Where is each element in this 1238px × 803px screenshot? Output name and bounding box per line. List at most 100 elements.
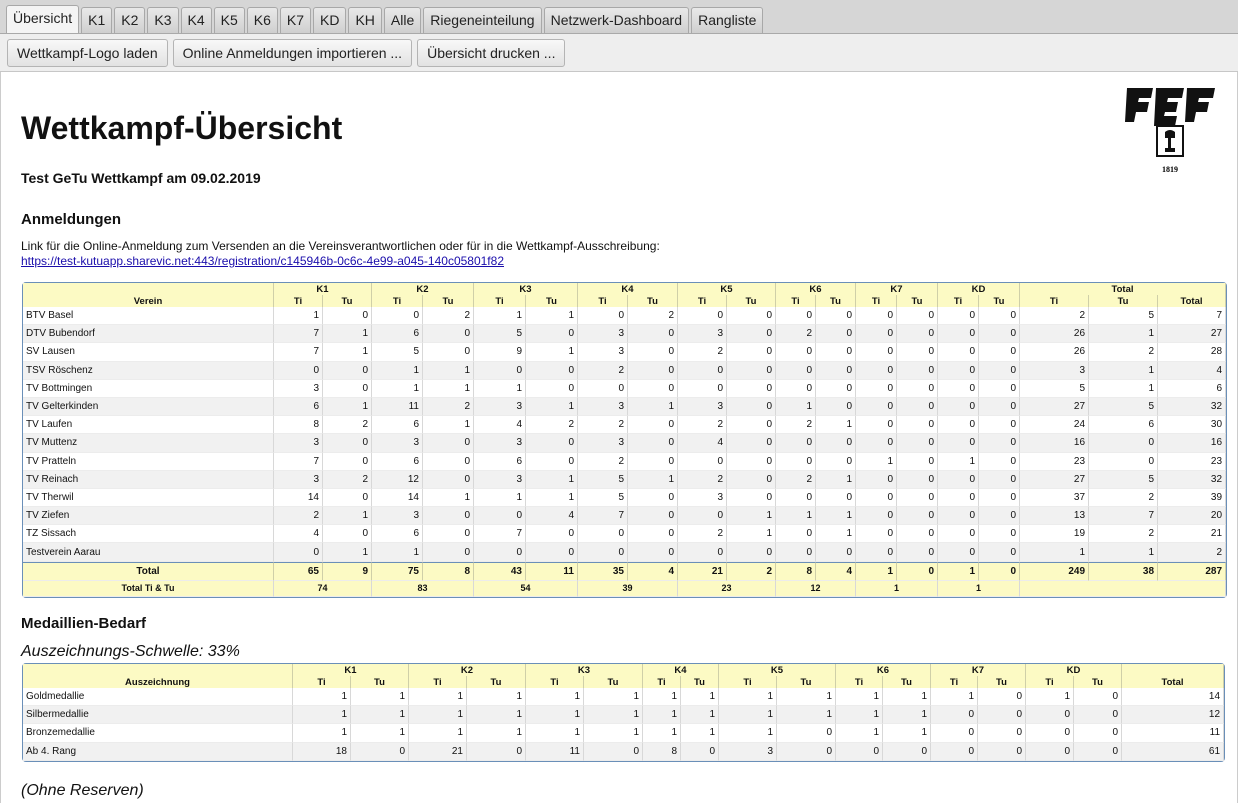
value-cell: 0 <box>578 379 628 398</box>
table-row: TV Laufen 8 2 6 1 4 2 2 0 2 0 2 1 0 0 0 0 24 6 30 <box>23 416 1227 435</box>
column-header-ti: Ti <box>578 295 628 307</box>
value-cell: 1 <box>293 706 351 725</box>
tab-k3[interactable]: K3 <box>147 7 179 33</box>
total-cell: 4 <box>816 561 856 581</box>
tab-netzwerk-dashboard[interactable]: Netzwerk-Dashboard <box>543 7 690 33</box>
value-cell: 1 <box>836 724 883 743</box>
column-header-ti: Ti <box>678 295 727 307</box>
value-cell: 0 <box>1026 742 1074 761</box>
value-cell: 4 <box>1158 361 1227 380</box>
value-cell: 39 <box>1158 488 1227 508</box>
value-cell: 1 <box>1089 543 1159 562</box>
tab-k5[interactable]: K5 <box>213 7 245 33</box>
value-cell: 0 <box>897 470 938 489</box>
value-cell: 5 <box>474 325 526 344</box>
column-header-tu: Tu <box>467 676 526 688</box>
column-header-ti: Ti <box>1026 676 1074 688</box>
total-cell: 287 <box>1158 561 1227 581</box>
verein-name: TV Gelterkinden <box>23 397 274 417</box>
column-header-tu: Tu <box>628 295 678 307</box>
value-cell: 0 <box>897 488 938 508</box>
value-cell: 0 <box>628 416 678 435</box>
value-cell: 0 <box>776 452 816 471</box>
tab-alle[interactable]: Alle <box>383 7 422 33</box>
value-cell: 2 <box>678 525 727 544</box>
totals-titu-label: Total Ti & Tu <box>23 580 274 597</box>
column-header-tu: Tu <box>681 676 719 688</box>
total-cell: 4 <box>628 561 678 581</box>
print-overview-button[interactable]: Übersicht drucken ... <box>417 38 566 67</box>
value-cell: 0 <box>897 325 938 344</box>
value-cell: 1 <box>777 706 836 725</box>
value-cell: 2 <box>776 470 816 489</box>
tab-k7[interactable]: K7 <box>279 7 312 33</box>
value-cell: 6 <box>1089 416 1159 435</box>
tab-k6[interactable]: K6 <box>246 7 278 33</box>
tab-k1[interactable]: K1 <box>81 7 113 33</box>
value-cell: 0 <box>938 361 979 380</box>
value-cell: 1 <box>643 688 681 707</box>
value-cell: 0 <box>678 452 727 471</box>
value-cell: 0 <box>323 434 372 453</box>
tab-kd[interactable]: KD <box>313 7 347 33</box>
value-cell: 3 <box>474 397 526 417</box>
column-header-ti: Ti <box>526 676 584 688</box>
column-header-category: K2 <box>372 283 474 295</box>
tab-übersicht[interactable]: Übersicht <box>6 5 80 33</box>
table-row: TV Bottmingen 3 0 1 1 1 0 0 0 0 0 0 0 0 0 0 0 5 1 6 <box>23 379 1227 398</box>
value-cell: 0 <box>727 470 776 489</box>
value-cell: 6 <box>474 452 526 471</box>
tab-k2[interactable]: K2 <box>114 7 146 33</box>
column-header-category: K2 <box>409 664 526 676</box>
value-cell: 1 <box>423 379 474 398</box>
value-cell: 0 <box>979 397 1021 417</box>
value-cell: 0 <box>776 488 816 508</box>
total-cell: 8 <box>776 561 816 581</box>
column-header-tu: Tu <box>979 295 1021 307</box>
value-cell: 0 <box>777 724 836 743</box>
value-cell: 0 <box>423 525 474 544</box>
value-cell: 1 <box>467 724 526 743</box>
value-cell: 4 <box>678 434 727 453</box>
value-cell: 1 <box>1089 361 1159 380</box>
value-cell: 0 <box>678 543 727 562</box>
value-cell: 1 <box>777 688 836 707</box>
table-row: TV Ziefen 2 1 3 0 0 4 7 0 0 1 1 1 0 0 0 0 13 7 20 <box>23 507 1227 526</box>
value-cell: 5 <box>578 488 628 508</box>
load-logo-button[interactable]: Wettkampf-Logo laden <box>7 38 168 67</box>
value-cell: 0 <box>938 343 979 362</box>
value-cell: 0 <box>979 343 1021 362</box>
value-cell: 0 <box>681 742 719 761</box>
column-header-category: K7 <box>856 283 938 295</box>
value-cell: 0 <box>727 434 776 453</box>
value-cell: 1 <box>526 688 584 707</box>
value-cell: 21 <box>409 742 467 761</box>
value-cell: 1 <box>883 688 931 707</box>
value-cell: 1 <box>816 470 856 489</box>
value-cell: 11 <box>372 397 423 417</box>
tab-kh[interactable]: KH <box>348 7 382 33</box>
tab-riegeneinteilung[interactable]: Riegeneinteilung <box>423 7 542 33</box>
tab-k4[interactable]: K4 <box>180 7 212 33</box>
import-online-registrations-button[interactable]: Online Anmeldungen importieren ... <box>172 38 413 67</box>
table-row: TV Gelterkinden 6 1 11 2 3 1 3 1 3 0 1 0 0 0 0 0 27 5 32 <box>23 397 1227 417</box>
value-cell: 16 <box>1020 434 1090 453</box>
value-cell: 2 <box>678 416 727 435</box>
value-cell: 7 <box>274 325 323 344</box>
table-row: TV Reinach 3 2 12 0 3 1 5 1 2 0 2 1 0 0 0 0 27 5 32 <box>23 470 1227 489</box>
column-header-category: KD <box>938 283 1021 295</box>
value-cell: 3 <box>719 742 777 761</box>
value-cell: 14 <box>372 488 423 508</box>
value-cell: 4 <box>526 507 578 526</box>
value-cell: 0 <box>897 416 938 435</box>
value-cell: 2 <box>578 452 628 471</box>
value-cell: 2 <box>1089 343 1159 362</box>
verein-name: TV Bottmingen <box>23 379 274 398</box>
overview-content: Wettkampf-Übersicht Test GeTu Wettkampf … <box>0 72 1238 803</box>
value-cell: 11 <box>1122 724 1225 743</box>
value-cell: 0 <box>816 325 856 344</box>
tab-rangliste[interactable]: Rangliste <box>691 7 764 33</box>
table-row: DTV Bubendorf 7 1 6 0 5 0 3 0 3 0 2 0 0 0 0 0 26 1 27 <box>23 325 1227 344</box>
value-cell: 2 <box>1089 525 1159 544</box>
registration-link[interactable]: https://test-kutuapp.sharevic.net:443/re… <box>21 254 504 268</box>
